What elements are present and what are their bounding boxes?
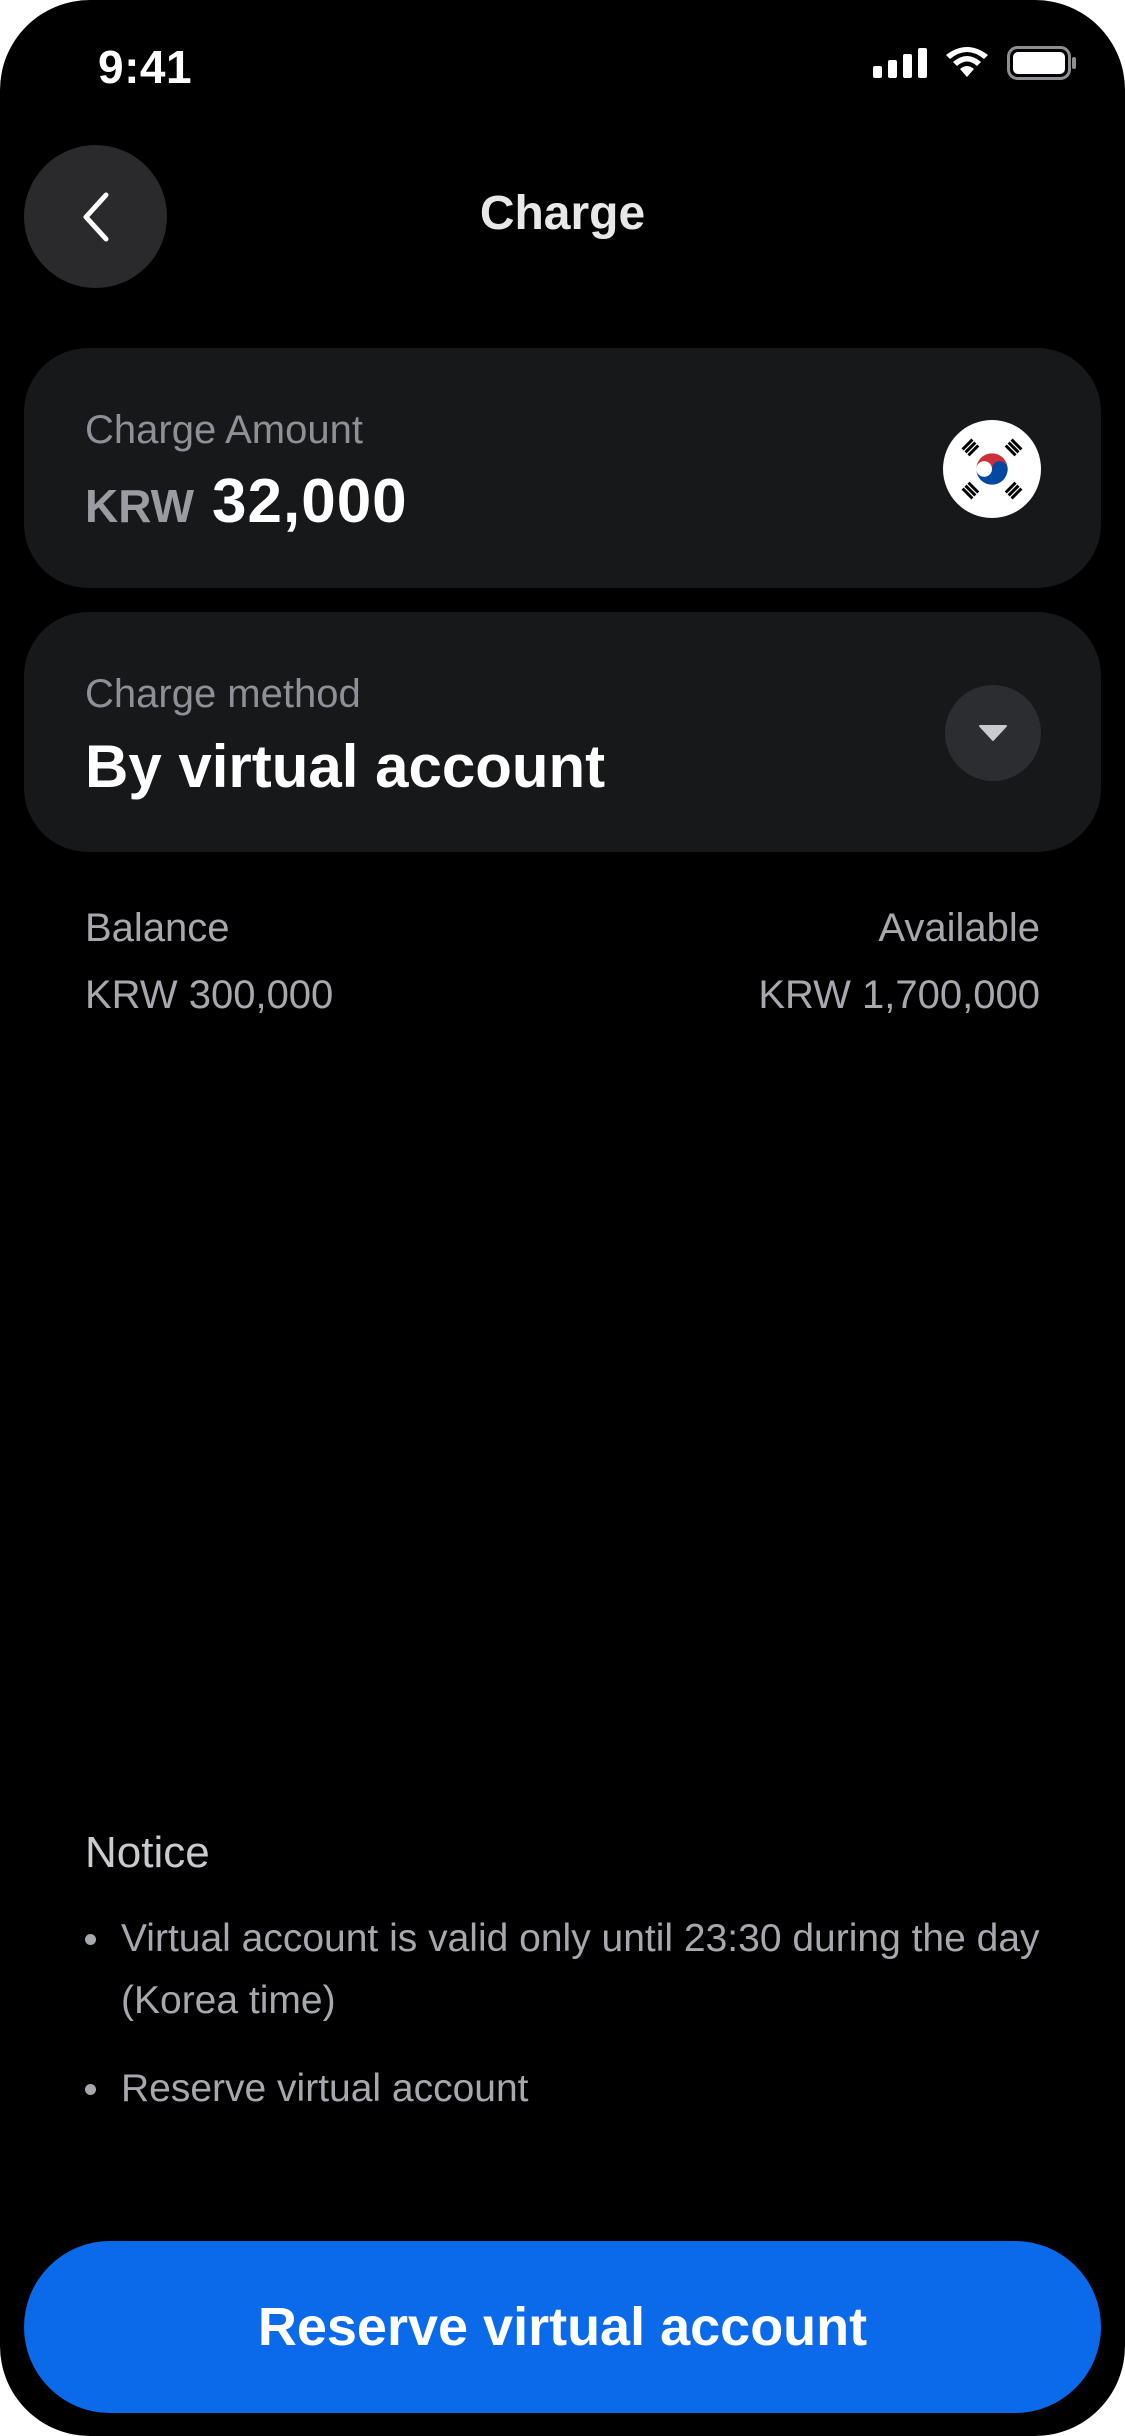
- charge-amount-card[interactable]: Charge Amount KRW 32,000: [24, 348, 1101, 588]
- available-label: Available: [878, 906, 1040, 950]
- notice-item-text: Reserve virtual account: [121, 2067, 529, 2110]
- wifi-icon: [946, 47, 988, 77]
- south-korea-flag-icon: [943, 420, 1041, 518]
- balance-label: Balance: [85, 906, 230, 950]
- balance-value: KRW 300,000: [85, 973, 334, 1017]
- charge-method-label: Charge method: [85, 672, 361, 716]
- battery-icon: [1007, 46, 1076, 80]
- available-value: KRW 1,700,000: [758, 973, 1040, 1017]
- charge-method-card[interactable]: Charge method By virtual account: [24, 612, 1101, 852]
- status-time: 9:41: [98, 41, 193, 93]
- page-title: Charge: [479, 187, 646, 240]
- bullet-dot: [85, 1934, 96, 1945]
- cellular-signal-icon: [873, 48, 927, 78]
- status-icons: [873, 46, 1077, 80]
- bullet-dot: [85, 2084, 96, 2095]
- notice-item-text: Virtual account is valid only until 23:3…: [121, 1917, 1040, 2022]
- charge-method-value: By virtual account: [85, 733, 606, 800]
- balance-block: Balance KRW 300,000: [85, 906, 333, 1018]
- currency-code: KRW: [85, 480, 195, 532]
- notice-item: Virtual account is valid only until 23:3…: [85, 1908, 1045, 2032]
- notice-list: Virtual account is valid only until 23:3…: [85, 1908, 1045, 2146]
- available-block: Available KRW 1,700,000: [758, 906, 1040, 1018]
- charge-amount-row: KRW 32,000: [85, 466, 408, 537]
- reserve-virtual-account-button[interactable]: Reserve virtual account: [24, 2241, 1101, 2413]
- charge-amount-value: 32,000: [212, 467, 408, 536]
- notice-title: Notice: [85, 1828, 210, 1877]
- caret-down-icon: [979, 725, 1007, 741]
- app-screen: 9:41 Charge Charge Amount KRW 32,000 Cha…: [0, 0, 1125, 2436]
- notice-item: Reserve virtual account: [85, 2058, 1045, 2120]
- charge-amount-label: Charge Amount: [85, 408, 363, 452]
- method-dropdown-button[interactable]: [945, 685, 1041, 781]
